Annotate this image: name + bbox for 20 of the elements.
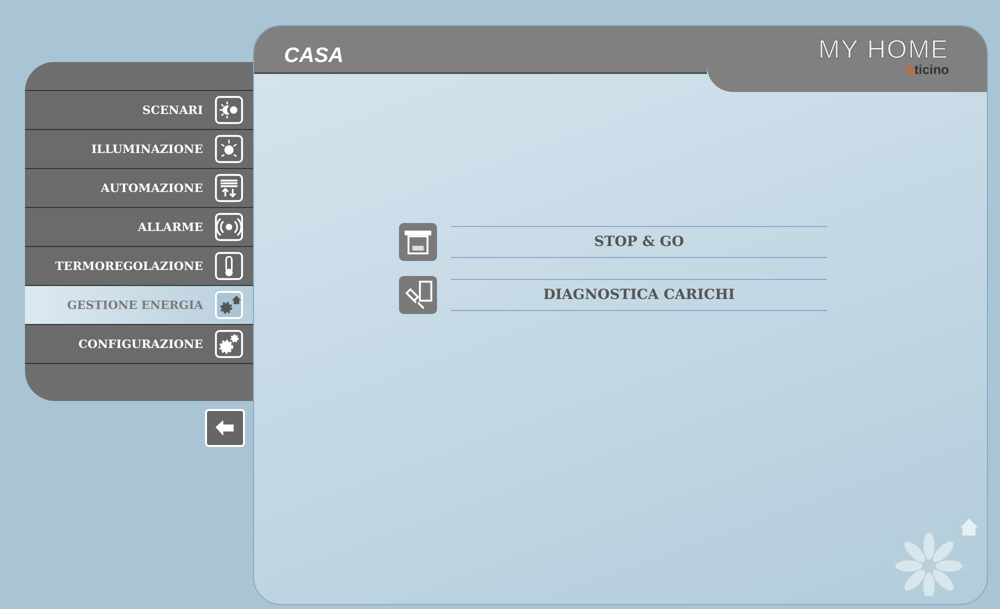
sidebar-item[interactable]: CONFIGURAZIONE [25,325,253,364]
back-button[interactable] [205,409,245,447]
sidebar-item[interactable]: TERMOREGOLAZIONE [25,247,253,286]
gear-house-icon [215,291,243,319]
shutter-icon [215,174,243,202]
sidebar-item[interactable]: ILLUMINAZIONE [25,130,253,169]
menu-link[interactable]: DIAGNOSTICA CARICHI [451,279,827,311]
sidebar-item[interactable]: SCENARI [25,91,253,130]
alarm-icon [215,213,243,241]
menu-link[interactable]: STOP & GO [451,226,827,258]
sidebar-item[interactable]: GESTIONE ENERGIA [25,286,253,325]
sidebar-item[interactable]: ALLARME [25,208,253,247]
sun-moon-icon [215,96,243,124]
logo-text: MY HOME [818,36,949,62]
thermometer-icon [215,252,243,280]
sidebar-item[interactable]: AUTOMAZIONE [25,169,253,208]
page-title: CASA [284,44,344,68]
brand-logo: bticino [906,62,949,77]
gears-icon [215,330,243,358]
device-icon [399,223,437,261]
